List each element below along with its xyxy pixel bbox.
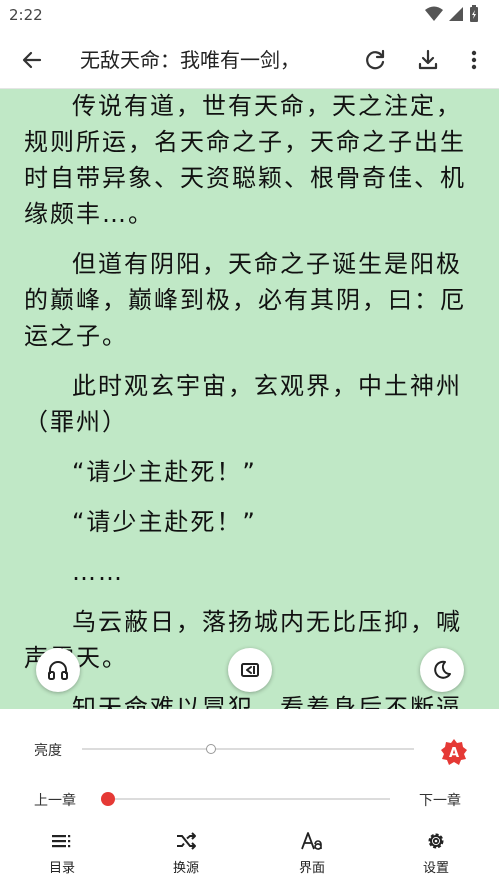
nav-item-settings[interactable]: 设置 [396,827,476,883]
gear-icon [428,833,444,849]
status-icons [425,5,479,23]
chapter-track[interactable] [108,798,390,800]
battery-icon [470,5,478,22]
paragraph: “请少主赴死！” [72,508,257,536]
auto-page-button[interactable] [228,648,272,692]
headphones-icon [48,661,68,680]
font-icon [301,832,322,850]
nav-label: 界面 [298,861,325,876]
brightness-thumb[interactable] [206,744,217,754]
page-turn-icon [241,663,259,677]
status-time: 2:22 [9,6,43,24]
reading-control-panel: 亮度 A 上一章 下一章 目录 换源 界面 设置 [0,709,499,887]
nav-label: 换源 [172,861,199,876]
paragraph: 但道有阴阳，天命之子诞生是阳极的巅峰，巅峰到极，必有其阴，曰：厄运之子。 [24,250,466,350]
nav-item-catalog[interactable]: 目录 [22,827,102,883]
paragraph: …… [72,558,124,586]
chapter-thumb[interactable] [101,792,115,806]
nav-label: 设置 [422,861,449,876]
more-vert-icon[interactable] [460,46,488,74]
paragraph: “请少主赴死！” [72,458,257,486]
nav-item-source[interactable]: 换源 [146,827,226,883]
list-icon [52,835,71,848]
paragraph: 传说有道，世有天命，天之注定，规则所运，名天命之子，天命之子出生时自带异象、天资… [24,92,466,228]
nav-label: 目录 [48,861,75,876]
shuffle-icon [177,832,196,850]
download-icon[interactable] [414,46,442,74]
nav-item-interface[interactable]: 界面 [272,827,352,883]
book-title: 无敌天命：我唯有一剑， [80,48,300,72]
brightness-track[interactable] [82,748,414,750]
top-app-bar: 无敌天命：我唯有一剑， [0,32,499,89]
back-arrow-icon[interactable] [18,46,46,74]
prev-chapter-button[interactable]: 上一章 [34,790,76,810]
status-bar: 2:22 [0,0,499,32]
signal-icon [449,7,463,21]
next-chapter-button[interactable]: 下一章 [419,790,461,810]
brightness-label: 亮度 [34,743,62,759]
moon-icon [434,660,451,679]
read-aloud-button[interactable] [36,648,80,692]
night-mode-button[interactable] [420,648,464,692]
paragraph: 此时观玄宇宙，玄观界，中土神州（罪州） [24,372,462,436]
wifi-icon [425,6,443,21]
auto-badge-letter: A [449,746,459,761]
auto-brightness-button[interactable]: A [440,738,468,766]
refresh-icon[interactable] [361,46,389,74]
